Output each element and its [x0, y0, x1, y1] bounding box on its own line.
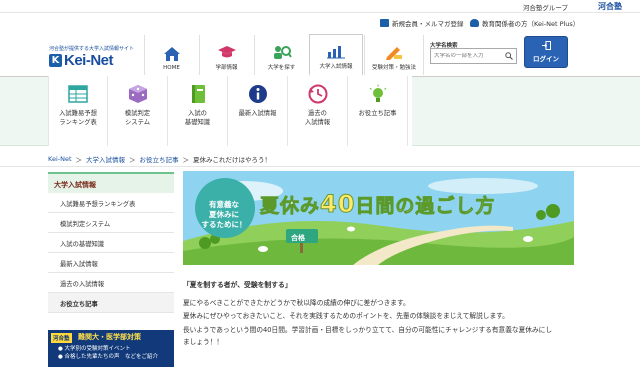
pencil-icon: [386, 47, 402, 60]
subnav-item-past[interactable]: 過去の 入試情報: [288, 76, 348, 146]
sidebar-item-judgment[interactable]: 模試判定システム: [48, 213, 174, 233]
subnav-item-label: 過去の 入試情報: [304, 110, 331, 126]
register-link[interactable]: 新規会員・メルマガ登録: [380, 18, 464, 28]
tab-faculty-label: 学部情報: [215, 65, 238, 71]
teacher-link[interactable]: 教育関係者の方（Kei-Net Plus）: [470, 18, 579, 28]
hero-sign-text: 合格: [291, 234, 305, 242]
bar-chart-icon: [327, 46, 345, 59]
sidebar-item-basics[interactable]: 入試の基礎知識: [48, 233, 174, 253]
hero-title-number: 40: [320, 190, 356, 219]
sidebar-item-ranking[interactable]: 入試難易予想ランキング表: [48, 193, 174, 213]
subnav-item-latest[interactable]: 最新入試情報: [228, 76, 288, 146]
table-icon: [68, 85, 88, 103]
tab-home[interactable]: HOME: [144, 35, 198, 75]
graduation-cap-icon: [217, 46, 236, 58]
breadcrumb: Kei-Net ＞ 大学入試情報 ＞ お役立ち記事 ＞ 夏休みこれだけはやろう！: [48, 154, 271, 164]
article-paragraph: 夏休みにぜひやっておきたいこと、それを実践するためのポイントを、先輩の体験談をま…: [183, 312, 509, 320]
home-icon: [163, 47, 180, 61]
kawaijuku-logo[interactable]: 河合塾: [598, 1, 622, 12]
lightbulb-icon: [369, 84, 386, 102]
hero-title-post: 日間の過ごし方: [355, 195, 496, 218]
site-logo[interactable]: K Kei-Net: [49, 52, 114, 69]
divider: [0, 166, 640, 167]
hero-badge-text: 有意義な 夏休みに するために！: [201, 200, 247, 229]
tab-faculty[interactable]: 学部情報: [199, 35, 253, 75]
breadcrumb-item[interactable]: 大学入試情報: [86, 154, 125, 164]
subnav-item-judgment[interactable]: 模試判定 システム: [108, 76, 168, 146]
book-icon: [191, 85, 205, 103]
teacher-link-label: 教育関係者の方（Kei-Net Plus）: [482, 20, 580, 28]
logo-text: Kei-Net: [64, 52, 114, 69]
tab-exam-prep-label: 受験対策・勉強法: [371, 65, 416, 71]
tab-find-university[interactable]: 大学を探す: [254, 35, 308, 75]
search-input[interactable]: [431, 53, 503, 59]
calendar-icon: [308, 84, 327, 104]
breadcrumb-item[interactable]: Kei-Net: [48, 155, 72, 163]
sidebar: 大学入試情報 入試難易予想ランキング表 模試判定システム 入試の基礎知識 最新入…: [48, 172, 174, 313]
subnav: 入試難易予想 ランキング表 模試判定 システム 入試の 基礎知識 最新入試情報 …: [48, 76, 412, 146]
breadcrumb-current: 夏休みこれだけはやろう！: [193, 156, 271, 164]
search-icon[interactable]: [503, 49, 515, 63]
person-icon: [470, 19, 479, 27]
subnav-item-label: お役立ち記事: [358, 110, 397, 117]
subnav-item-basics[interactable]: 入試の 基礎知識: [168, 76, 228, 146]
banner-label: 河合塾: [51, 333, 72, 343]
subnav-item-label: 入試の 基礎知識: [184, 110, 211, 126]
tab-admission-info-label: 大学入試情報: [319, 64, 353, 70]
register-link-label: 新規会員・メルマガ登録: [392, 20, 464, 28]
banner-title: 難関大・医学部対策: [78, 333, 141, 341]
login-label: ログイン: [533, 55, 559, 63]
tab-admission-info[interactable]: 大学入試情報: [309, 34, 363, 76]
tab-home-label: HOME: [163, 65, 180, 71]
breadcrumb-item[interactable]: お役立ち記事: [140, 154, 179, 164]
sidebar-item-past[interactable]: 過去の入試情報: [48, 273, 174, 293]
banner-line: ● 大学別の受験対策イベント: [58, 346, 131, 352]
subnav-item-label: 入試難易予想 ランキング表: [59, 110, 97, 126]
sidebar-item-latest[interactable]: 最新入試情報: [48, 253, 174, 273]
tab-find-university-label: 大学を探す: [267, 65, 296, 71]
tab-exam-prep[interactable]: 受験対策・勉強法: [364, 35, 424, 75]
breadcrumb-separator: ＞: [129, 156, 136, 164]
people-search-icon: [273, 46, 292, 59]
subnav-item-articles[interactable]: お役立ち記事: [348, 76, 408, 146]
logo-subtitle: 河合塾が提供する大学入試情報サイト: [49, 46, 135, 52]
search-box: [430, 48, 517, 64]
breadcrumb-separator: ＞: [182, 156, 190, 164]
mail-icon: [380, 19, 389, 27]
login-icon: [541, 41, 551, 50]
banner-line: ● 合格した先輩たちの声 などをご紹介: [58, 354, 159, 360]
sidebar-title: 大学入試情報: [48, 172, 174, 193]
login-button[interactable]: ログイン: [524, 36, 568, 68]
breadcrumb-separator: ＞: [75, 156, 83, 164]
article-paragraph: ましょう！！: [183, 338, 224, 346]
dice-icon: [128, 85, 147, 103]
subnav-item-label: 模試判定 システム: [124, 110, 151, 126]
logo-mark: K: [49, 54, 62, 67]
sidebar-item-articles[interactable]: お役立ち記事: [48, 293, 174, 313]
info-icon: [248, 85, 267, 103]
article-paragraph: 夏にやるべきことができたかどうかで秋以降の成績の伸びに差がつきます。: [183, 299, 410, 307]
group-text: 河合塾グループ: [522, 4, 568, 12]
article-paragraph: 長いようであっという間の40日間。学習計画・目標をしっかり立てて、自分の可能性に…: [183, 326, 553, 334]
hero-title-pre: 夏休み: [260, 195, 321, 218]
subnav-item-label: 最新入試情報: [238, 110, 277, 117]
hero-title: 夏休み40日間の過ごし方: [260, 190, 496, 219]
subnav-item-ranking[interactable]: 入試難易予想 ランキング表: [48, 76, 108, 146]
article-quote: 「夏を制する者が、受験を制する」: [183, 281, 292, 289]
